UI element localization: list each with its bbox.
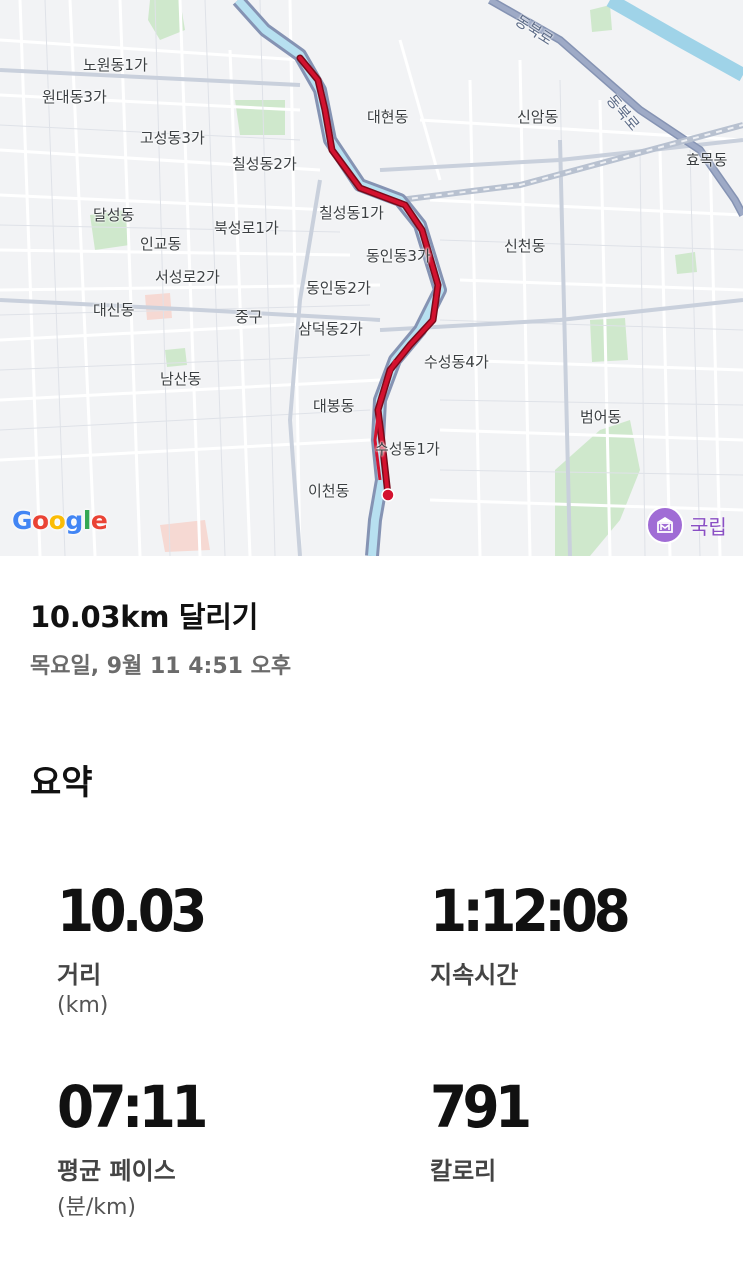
map-label-gosung3ga: 고성동3가 (140, 129, 205, 147)
map-label-chilsung2ga: 칠성동2가 (232, 155, 297, 173)
summary-title: 요약 (30, 763, 93, 803)
activity-header: 10.03km 달리기 목요일, 9월 11 4:51 오후 (30, 594, 291, 680)
map-label-dongin3ga: 동인동3가 (366, 247, 431, 265)
map-poi-museum[interactable]: 국립 (646, 506, 727, 544)
map-label-wondae3ga: 원대동3가 (42, 88, 107, 106)
map-base (0, 0, 743, 556)
stat-pace: 07:11 평균 페이스 (분/km) (57, 1078, 217, 1221)
pace-unit: (분/km) (57, 1195, 136, 1221)
map-label-junggu: 중구 (235, 308, 263, 326)
map-label-seoseongro2ga: 서성로2가 (155, 268, 220, 286)
duration-value: 1:12:08 (430, 877, 631, 945)
map-label-daehyeon: 대현동 (367, 108, 409, 126)
stat-calories: 791 칼로리 (430, 1078, 536, 1187)
activity-date: 목요일, 9월 11 4:51 오후 (30, 654, 292, 679)
calories-value: 791 (430, 1073, 532, 1141)
distance-value: 10.03 (57, 877, 207, 945)
calories-label: 칼로리 (430, 1157, 497, 1185)
map-label-hyomok: 효목동 (686, 151, 728, 169)
map-label-bukseongro1ga: 북성로1가 (214, 219, 279, 237)
map-label-icheon: 이천동 (308, 482, 350, 500)
route-end-marker (381, 488, 395, 502)
map-label-ingyo: 인교동 (140, 235, 182, 253)
map-label-daesin: 대신동 (93, 301, 135, 319)
stat-distance: 10.03 거리 (km) (57, 882, 215, 1018)
map-label-suseong1ga: 수성동1가 (375, 440, 440, 458)
museum-icon (646, 506, 684, 544)
map-label-suseong4ga: 수성동4가 (424, 353, 489, 371)
route-map[interactable]: 노원동1가 원대동3가 고성동3가 칠성동2가 대현동 신암동 효목동 달성동 … (0, 0, 743, 556)
map-label-chilsung1ga: 칠성동1가 (319, 204, 384, 222)
map-label-sincheon: 신천동 (504, 237, 546, 255)
google-logo: Google (12, 506, 108, 535)
map-label-samdeok2ga: 삼덕동2가 (298, 320, 363, 338)
pace-label: 평균 페이스 (57, 1157, 176, 1185)
map-label-namsan: 남산동 (160, 370, 202, 388)
activity-title: 10.03km 달리기 (30, 600, 259, 634)
distance-label: 거리 (57, 961, 102, 989)
pace-value: 07:11 (57, 1073, 208, 1141)
map-label-daebong: 대봉동 (313, 397, 355, 415)
duration-label: 지속시간 (430, 961, 519, 989)
stat-duration: 1:12:08 지속시간 (430, 882, 643, 991)
map-label-dongin2ga: 동인동2가 (306, 279, 371, 297)
map-label-beomeo: 범어동 (580, 408, 622, 426)
map-label-dalseong: 달성동 (93, 206, 135, 224)
poi-label: 국립 (690, 514, 727, 539)
distance-unit: (km) (57, 993, 109, 1019)
map-label-nowon1ga: 노원동1가 (83, 56, 148, 74)
map-label-sinam: 신암동 (517, 108, 559, 126)
